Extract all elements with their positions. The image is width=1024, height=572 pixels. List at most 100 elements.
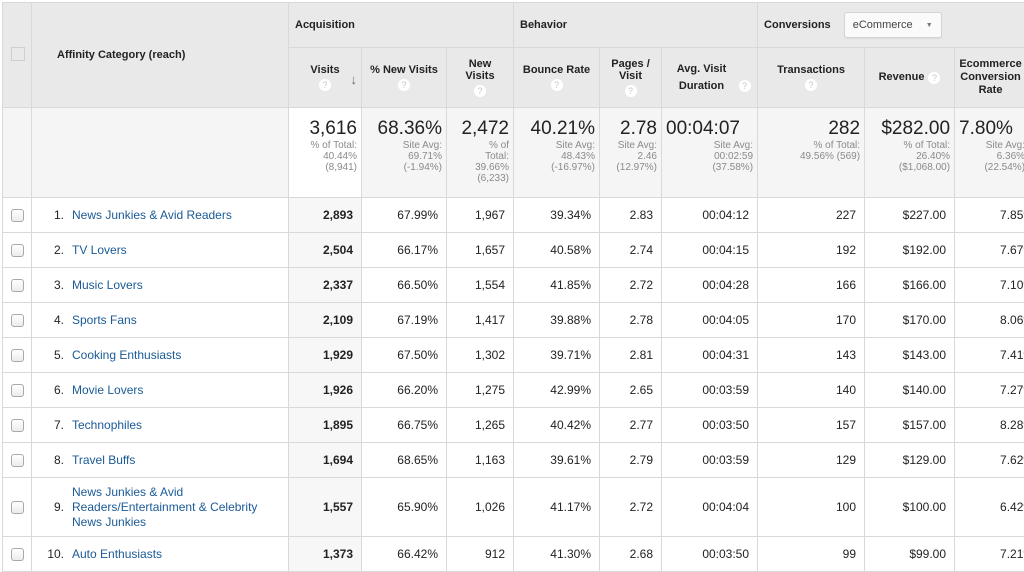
dimension-link[interactable]: Movie Lovers — [72, 383, 143, 398]
summary-note: Site Avg: — [666, 140, 753, 151]
help-icon[interactable]: ? — [928, 72, 940, 84]
col-header-new-visits[interactable]: New Visits ? — [447, 48, 514, 108]
summary-name-cell — [32, 108, 289, 198]
cell-avg-duration: 00:03:59 — [662, 373, 758, 408]
cell-avg-duration: 00:04:28 — [662, 268, 758, 303]
summary-transactions: 282 % of Total: 49.56% (569) — [758, 108, 865, 198]
summary-pct-new-visits: 68.36% Site Avg: 69.71% (-1.94%) — [362, 108, 447, 198]
row-checkbox[interactable] — [11, 384, 24, 397]
col-new-visits-label: New Visits — [460, 58, 500, 82]
row-checkbox[interactable] — [11, 279, 24, 292]
row-checkbox[interactable] — [11, 419, 24, 432]
cell-pages-visit: 2.77 — [600, 408, 662, 443]
summary-value: 2,472 — [451, 118, 509, 140]
row-checkbox-cell — [3, 233, 32, 268]
group-conversions-label: Conversions — [764, 19, 831, 31]
sort-descending-icon[interactable]: ↓ — [351, 74, 358, 86]
table-row: 9.News Junkies & Avid Readers/Entertainm… — [3, 478, 1024, 537]
cell-new-visits: 912 — [447, 537, 514, 572]
col-pages-visit-label: Pages / Visit — [609, 58, 653, 82]
cell-bounce-rate: 39.88% — [514, 303, 600, 338]
row-index: 2. — [32, 243, 72, 257]
col-ecom-conv-rate-label: Ecommerce Conversion Rate — [956, 58, 1024, 97]
cell-visits: 1,895 — [289, 408, 362, 443]
col-visits-label: Visits — [310, 64, 339, 76]
summary-value: 68.36% — [366, 118, 442, 140]
dimension-link[interactable]: Auto Enthusiasts — [72, 547, 162, 562]
help-icon[interactable]: ? — [474, 85, 486, 97]
summary-note: 40.44% — [293, 151, 357, 162]
cell-ecom-conv-rate: 7.27% — [955, 373, 1024, 408]
row-checkbox[interactable] — [11, 501, 24, 514]
row-index: 3. — [32, 278, 72, 292]
help-icon[interactable]: ? — [739, 80, 751, 92]
summary-note: 48.43% — [518, 151, 595, 162]
col-header-bounce-rate[interactable]: Bounce Rate ? — [514, 48, 600, 108]
cell-pct-new-visits: 66.20% — [362, 373, 447, 408]
cell-revenue: $170.00 — [865, 303, 955, 338]
summary-revenue: $282.00 % of Total: 26.40% ($1,068.00) — [865, 108, 955, 198]
row-checkbox[interactable] — [11, 244, 24, 257]
dimension-link[interactable]: Technophiles — [72, 418, 142, 433]
row-index: 10. — [32, 547, 72, 561]
dimension-link[interactable]: Travel Buffs — [72, 453, 135, 468]
row-checkbox[interactable] — [11, 548, 24, 561]
dimension-link[interactable]: Cooking Enthusiasts — [72, 348, 181, 363]
col-revenue-label: Revenue — [879, 71, 925, 83]
dimension-cell: 2.TV Lovers — [32, 233, 289, 268]
row-checkbox[interactable] — [11, 314, 24, 327]
cell-ecom-conv-rate: 7.10% — [955, 268, 1024, 303]
cell-new-visits: 1,302 — [447, 338, 514, 373]
help-icon[interactable]: ? — [805, 79, 817, 91]
summary-note: (-16.97%) — [518, 162, 595, 173]
row-checkbox[interactable] — [11, 209, 24, 222]
row-checkbox[interactable] — [11, 454, 24, 467]
help-icon[interactable]: ? — [319, 79, 331, 91]
chevron-down-icon: ▼ — [926, 22, 933, 29]
cell-revenue: $192.00 — [865, 233, 955, 268]
cell-pages-visit: 2.68 — [600, 537, 662, 572]
cell-avg-duration: 00:04:12 — [662, 198, 758, 233]
dimension-link[interactable]: Sports Fans — [72, 313, 137, 328]
dimension-label: Affinity Category (reach) — [57, 49, 185, 61]
cell-bounce-rate: 42.99% — [514, 373, 600, 408]
col-header-revenue[interactable]: Revenue? — [865, 48, 955, 108]
summary-note: 00:02:59 — [666, 151, 753, 162]
cell-new-visits: 1,967 — [447, 198, 514, 233]
cell-revenue: $100.00 — [865, 478, 955, 537]
col-header-transactions[interactable]: Transactions ? — [758, 48, 865, 108]
help-icon[interactable]: ? — [625, 85, 637, 97]
conversions-type-dropdown[interactable]: eCommerce ▼ — [844, 12, 942, 38]
dimension-link[interactable]: TV Lovers — [72, 243, 127, 258]
cell-revenue: $166.00 — [865, 268, 955, 303]
summary-note: (22.54%) — [959, 162, 1024, 173]
cell-new-visits: 1,657 — [447, 233, 514, 268]
table-row: 4.Sports Fans2,10967.19%1,41739.88%2.780… — [3, 303, 1024, 338]
col-header-pages-visit[interactable]: Pages / Visit ? — [600, 48, 662, 108]
cell-new-visits: 1,417 — [447, 303, 514, 338]
dimension-link[interactable]: News Junkies & Avid Readers — [72, 208, 232, 223]
cell-avg-duration: 00:03:59 — [662, 443, 758, 478]
row-checkbox[interactable] — [11, 349, 24, 362]
cell-transactions: 140 — [758, 373, 865, 408]
dimension-cell: 4.Sports Fans — [32, 303, 289, 338]
help-icon[interactable]: ? — [551, 79, 563, 91]
group-acquisition: Acquisition — [289, 3, 514, 48]
dimension-header[interactable]: Affinity Category (reach) — [32, 3, 289, 108]
cell-pct-new-visits: 67.50% — [362, 338, 447, 373]
dimension-link[interactable]: Music Lovers — [72, 278, 143, 293]
cell-ecom-conv-rate: 7.85% — [955, 198, 1024, 233]
help-icon[interactable]: ? — [398, 79, 410, 91]
dimension-link[interactable]: News Junkies & Avid Readers/Entertainmen… — [72, 485, 282, 530]
col-header-visits[interactable]: Visits ? ↓ — [289, 48, 362, 108]
col-header-ecom-conv-rate[interactable]: Ecommerce Conversion Rate? — [955, 48, 1024, 108]
cell-ecom-conv-rate: 7.62% — [955, 443, 1024, 478]
summary-note: Site Avg: — [518, 140, 595, 151]
summary-note: % of Total: — [869, 140, 950, 151]
cell-transactions: 192 — [758, 233, 865, 268]
col-header-avg-duration[interactable]: Avg. Visit Duration? — [662, 48, 758, 108]
select-all-checkbox[interactable] — [11, 47, 25, 61]
cell-new-visits: 1,163 — [447, 443, 514, 478]
cell-new-visits: 1,265 — [447, 408, 514, 443]
col-header-pct-new-visits[interactable]: % New Visits ? — [362, 48, 447, 108]
